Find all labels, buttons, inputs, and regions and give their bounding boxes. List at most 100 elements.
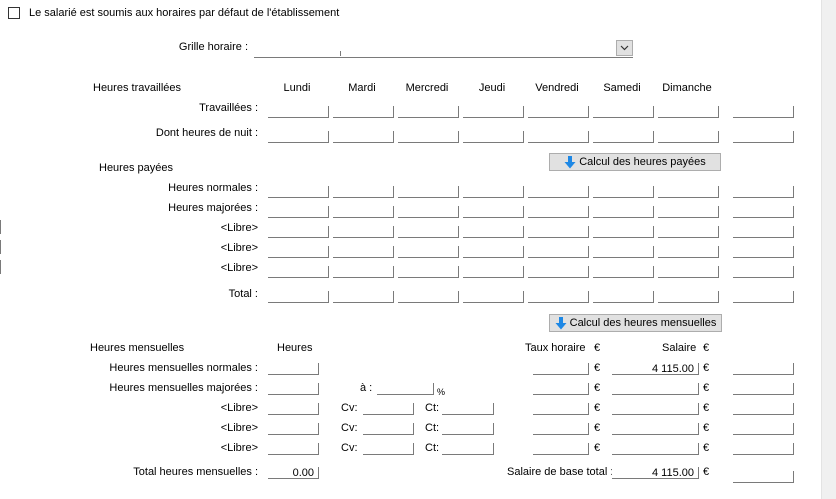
- day-hours-input[interactable]: [528, 226, 589, 238]
- day-hours-input[interactable]: [268, 246, 329, 258]
- day-hours-input[interactable]: [528, 291, 589, 303]
- day-hours-input[interactable]: [528, 266, 589, 278]
- day-hours-input[interactable]: [268, 186, 329, 198]
- cv-input[interactable]: [363, 403, 414, 415]
- monthly-hours-input[interactable]: [268, 383, 319, 395]
- monthly-hours-input[interactable]: [268, 423, 319, 435]
- extra-input[interactable]: [733, 403, 794, 415]
- grille-horaire-combo[interactable]: [254, 40, 633, 58]
- week-total-input[interactable]: [733, 226, 794, 238]
- salary-total-value[interactable]: 4 115.00: [612, 467, 699, 479]
- day-hours-input[interactable]: [333, 226, 394, 238]
- week-total-input[interactable]: [733, 291, 794, 303]
- salary-input[interactable]: 4 115.00: [612, 363, 699, 375]
- day-hours-input[interactable]: [658, 186, 719, 198]
- day-hours-input[interactable]: [333, 131, 394, 143]
- cv-input[interactable]: [363, 423, 414, 435]
- day-hours-input[interactable]: [658, 106, 719, 118]
- day-hours-input[interactable]: [333, 291, 394, 303]
- week-total-input[interactable]: [733, 106, 794, 118]
- day-hours-input[interactable]: [593, 206, 654, 218]
- chevron-down-icon[interactable]: [616, 40, 633, 56]
- day-hours-input[interactable]: [268, 266, 329, 278]
- salary-input[interactable]: [612, 383, 699, 395]
- day-hours-input[interactable]: [268, 106, 329, 118]
- day-hours-input[interactable]: [398, 226, 459, 238]
- ct-input[interactable]: [442, 443, 494, 455]
- calc-monthly-hours-button[interactable]: Calcul des heures mensuelles: [549, 314, 722, 332]
- extra-input[interactable]: [733, 443, 794, 455]
- day-hours-input[interactable]: [528, 186, 589, 198]
- day-hours-input[interactable]: [593, 186, 654, 198]
- day-hours-input[interactable]: [463, 206, 524, 218]
- week-total-input[interactable]: [733, 206, 794, 218]
- extra-input[interactable]: [733, 423, 794, 435]
- day-hours-input[interactable]: [528, 106, 589, 118]
- extra-input[interactable]: [733, 363, 794, 375]
- hourly-rate-input[interactable]: [533, 383, 589, 395]
- extra-input[interactable]: [733, 383, 794, 395]
- day-hours-input[interactable]: [593, 266, 654, 278]
- day-hours-input[interactable]: [658, 246, 719, 258]
- day-hours-input[interactable]: [528, 131, 589, 143]
- day-hours-input[interactable]: [333, 266, 394, 278]
- day-hours-input[interactable]: [463, 266, 524, 278]
- day-hours-input[interactable]: [398, 266, 459, 278]
- default-hours-checkbox[interactable]: [8, 7, 20, 19]
- day-hours-input[interactable]: [268, 291, 329, 303]
- day-hours-input[interactable]: [658, 226, 719, 238]
- day-hours-input[interactable]: [463, 131, 524, 143]
- day-hours-input[interactable]: [593, 131, 654, 143]
- day-hours-input[interactable]: [398, 246, 459, 258]
- day-hours-input[interactable]: [333, 246, 394, 258]
- cv-input[interactable]: [363, 443, 414, 455]
- day-hours-input[interactable]: [398, 291, 459, 303]
- day-hours-input[interactable]: [398, 106, 459, 118]
- salary-input[interactable]: [612, 443, 699, 455]
- vertical-scrollbar[interactable]: [821, 0, 836, 499]
- day-hours-input[interactable]: [333, 186, 394, 198]
- week-total-input[interactable]: [733, 266, 794, 278]
- hourly-rate-input[interactable]: [533, 423, 589, 435]
- week-total-input[interactable]: [733, 246, 794, 258]
- hourly-rate-input[interactable]: [533, 443, 589, 455]
- total-monthly-hours-value[interactable]: 0.00: [268, 467, 319, 479]
- day-hours-input[interactable]: [333, 106, 394, 118]
- day-hours-input[interactable]: [528, 206, 589, 218]
- day-hours-input[interactable]: [658, 206, 719, 218]
- day-hours-input[interactable]: [593, 226, 654, 238]
- hourly-rate-input[interactable]: [533, 363, 589, 375]
- day-hours-input[interactable]: [398, 131, 459, 143]
- monthly-hours-input[interactable]: [268, 403, 319, 415]
- salary-input[interactable]: [612, 403, 699, 415]
- day-hours-input[interactable]: [528, 246, 589, 258]
- day-hours-input[interactable]: [268, 131, 329, 143]
- day-hours-input[interactable]: [268, 226, 329, 238]
- day-hours-input[interactable]: [593, 106, 654, 118]
- calc-paid-hours-button[interactable]: Calcul des heures payées: [549, 153, 721, 171]
- day-hours-input[interactable]: [593, 246, 654, 258]
- extra-total-input[interactable]: [733, 471, 794, 483]
- monthly-hours-input[interactable]: [268, 443, 319, 455]
- ct-input[interactable]: [442, 423, 494, 435]
- day-hours-input[interactable]: [658, 266, 719, 278]
- day-hours-input[interactable]: [463, 186, 524, 198]
- day-hours-input[interactable]: [463, 226, 524, 238]
- day-hours-input[interactable]: [268, 206, 329, 218]
- week-total-input[interactable]: [733, 131, 794, 143]
- day-hours-input[interactable]: [463, 246, 524, 258]
- hourly-rate-input[interactable]: [533, 403, 589, 415]
- salary-input[interactable]: [612, 423, 699, 435]
- day-hours-input[interactable]: [333, 206, 394, 218]
- monthly-hours-input[interactable]: [268, 363, 319, 375]
- day-hours-input[interactable]: [463, 291, 524, 303]
- day-hours-input[interactable]: [593, 291, 654, 303]
- majoration-rate-input[interactable]: [377, 383, 434, 395]
- week-total-input[interactable]: [733, 186, 794, 198]
- day-hours-input[interactable]: [398, 186, 459, 198]
- day-hours-input[interactable]: [658, 291, 719, 303]
- day-hours-input[interactable]: [658, 131, 719, 143]
- ct-input[interactable]: [442, 403, 494, 415]
- day-hours-input[interactable]: [398, 206, 459, 218]
- day-hours-input[interactable]: [463, 106, 524, 118]
